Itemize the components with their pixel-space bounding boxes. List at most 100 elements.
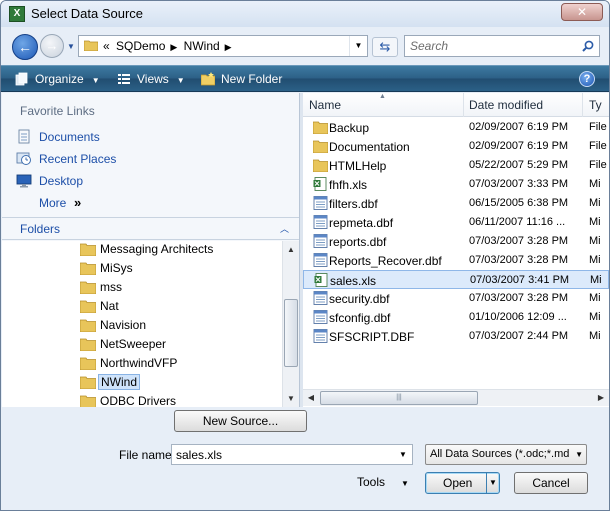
file-row[interactable]: SFSCRIPT.DBF 07/03/2007 2:44 PM Mi xyxy=(303,327,609,346)
open-options-dropdown-icon[interactable]: ▼ xyxy=(486,473,499,493)
tree-item-mss[interactable]: mss xyxy=(78,278,278,297)
address-row: ← → ▼ « SQDemo ▶ NWind ▶ ▼ ⇆ Search xyxy=(1,27,609,65)
file-row[interactable]: reports.dbf 07/03/2007 3:28 PM Mi xyxy=(303,232,609,251)
tree-item-northwindvfp[interactable]: NorthwindVFP xyxy=(78,354,278,373)
close-button[interactable]: ✕ xyxy=(561,3,603,21)
folder-icon xyxy=(80,357,96,370)
type-cell: File xyxy=(589,159,607,171)
file-row[interactable]: filters.dbf 06/15/2005 6:38 PM Mi xyxy=(303,194,609,213)
chevron-right-icon[interactable]: ▶ xyxy=(170,42,177,52)
favorite-link-recent-places[interactable]: Recent Places xyxy=(14,150,284,168)
file-name-cell: Backup xyxy=(329,121,370,135)
folder-tree-scrollbar[interactable]: ▲ ▼ xyxy=(282,241,299,407)
tree-item-label: Navision xyxy=(100,318,147,332)
tree-item-label: NWind xyxy=(98,374,141,390)
date-modified-cell: 07/03/2007 3:33 PM xyxy=(469,178,569,190)
excel-app-icon: X xyxy=(9,6,25,22)
breadcrumb-item-sqdemo[interactable]: SQDemo xyxy=(116,39,165,53)
favorite-link-more[interactable]: More » xyxy=(14,194,284,212)
file-row[interactable]: Reports_Recover.dbf 07/03/2007 3:28 PM Mi xyxy=(303,251,609,270)
help-button[interactable]: ? xyxy=(579,71,595,87)
file-name-cell: filters.dbf xyxy=(329,197,378,211)
tree-item-messaging-architects[interactable]: Messaging Architects xyxy=(78,241,278,259)
breadcrumb-overflow[interactable]: « xyxy=(103,39,110,53)
column-divider[interactable] xyxy=(582,93,583,117)
file-row[interactable]: HTMLHelp 05/22/2007 5:29 PM File xyxy=(303,156,609,175)
tree-item-label: MiSys xyxy=(100,261,133,275)
tree-item-navision[interactable]: Navision xyxy=(78,316,278,335)
forward-button[interactable]: → xyxy=(40,34,64,58)
file-name-cell: sfconfig.dbf xyxy=(329,311,391,325)
scrollbar-thumb[interactable]: ||| xyxy=(320,391,478,405)
folders-label: Folders xyxy=(20,222,61,236)
refresh-button[interactable]: ⇆ xyxy=(372,37,398,57)
search-input[interactable]: Search xyxy=(404,35,600,57)
views-label: Views xyxy=(137,72,169,86)
more-chevron-icon: » xyxy=(74,195,82,210)
file-name-cell: Reports_Recover.dbf xyxy=(329,254,442,268)
column-header-type[interactable]: Ty xyxy=(589,98,602,112)
file-row[interactable]: repmeta.dbf 06/11/2007 11:16 ... Mi xyxy=(303,213,609,232)
file-list-scrollbar[interactable]: ◀ ||| ▶ xyxy=(303,389,609,406)
file-row[interactable]: sales.xls 07/03/2007 3:41 PM Mi xyxy=(303,270,609,289)
file-row[interactable]: sfconfig.dbf 01/10/2006 12:09 ... Mi xyxy=(303,308,609,327)
scroll-down-icon[interactable]: ▼ xyxy=(283,390,299,407)
date-modified-cell: 07/03/2007 3:28 PM xyxy=(469,235,569,247)
type-cell: Mi xyxy=(589,311,601,323)
folder-icon xyxy=(80,281,96,294)
favorite-link-desktop[interactable]: Desktop xyxy=(14,172,284,190)
recent-pages-dropdown-icon[interactable]: ▼ xyxy=(67,42,75,51)
column-header-name[interactable]: Name xyxy=(309,98,341,112)
search-placeholder: Search xyxy=(410,39,449,53)
tree-item-nat[interactable]: Nat xyxy=(78,297,278,316)
column-header-row: ▲ Name Date modified Ty xyxy=(303,93,609,117)
new-folder-button[interactable]: New Folder xyxy=(201,71,282,87)
search-icon[interactable] xyxy=(582,40,594,52)
favorite-link-documents[interactable]: Documents xyxy=(14,128,284,146)
tree-item-odbc-drivers[interactable]: ODBC Drivers xyxy=(78,392,278,407)
folder-icon xyxy=(80,300,96,313)
folders-toggle[interactable]: Folders ︿ xyxy=(2,217,299,240)
chevron-right-icon[interactable]: ▶ xyxy=(225,42,232,52)
new-source-button[interactable]: New Source... xyxy=(174,410,307,432)
cancel-button[interactable]: Cancel xyxy=(514,472,588,494)
address-bar[interactable]: « SQDemo ▶ NWind ▶ ▼ xyxy=(78,35,368,57)
tree-item-nwind[interactable]: NWind xyxy=(78,373,278,392)
organize-menu[interactable]: Organize ▼ xyxy=(15,71,100,87)
file-type-value: All Data Sources (*.odc;*.mdb xyxy=(430,448,570,460)
folder-icon xyxy=(80,243,96,256)
breadcrumb-item-nwind[interactable]: NWind xyxy=(184,39,220,53)
chevron-down-icon[interactable]: ▼ xyxy=(396,445,410,464)
desktop-icon xyxy=(16,174,32,188)
type-cell: File xyxy=(589,140,607,152)
folder-icon xyxy=(80,395,96,407)
file-type-select[interactable]: All Data Sources (*.odc;*.mdb ▼ xyxy=(425,444,587,465)
file-row[interactable]: fhfh.xls 07/03/2007 3:33 PM Mi xyxy=(303,175,609,194)
scrollbar-thumb[interactable] xyxy=(284,299,298,367)
file-name-cell: HTMLHelp xyxy=(329,159,387,173)
new-folder-icon xyxy=(201,72,215,86)
file-name-field[interactable]: sales.xls ▼ xyxy=(171,444,413,465)
open-label: Open xyxy=(443,476,473,490)
column-divider[interactable] xyxy=(463,93,464,117)
scroll-left-icon[interactable]: ◀ xyxy=(303,390,319,406)
address-dropdown-icon[interactable]: ▼ xyxy=(349,36,367,56)
file-name-cell: security.dbf xyxy=(329,292,390,306)
column-header-date[interactable]: Date modified xyxy=(469,98,543,112)
back-button[interactable]: ← xyxy=(12,34,38,60)
tree-item-misys[interactable]: MiSys xyxy=(78,259,278,278)
dbf-file-icon xyxy=(313,329,328,343)
excel-file-icon xyxy=(313,177,328,191)
file-row[interactable]: security.dbf 07/03/2007 3:28 PM Mi xyxy=(303,289,609,308)
file-row[interactable]: Documentation 02/09/2007 6:19 PM File xyxy=(303,137,609,156)
scroll-right-icon[interactable]: ▶ xyxy=(593,390,609,406)
tree-item-netsweeper[interactable]: NetSweeper xyxy=(78,335,278,354)
type-cell: Mi xyxy=(589,178,601,190)
tools-menu[interactable]: Tools ▼ xyxy=(357,475,409,489)
file-row[interactable]: Backup 02/09/2007 6:19 PM File xyxy=(303,118,609,137)
scroll-up-icon[interactable]: ▲ xyxy=(283,241,299,258)
type-cell: Mi xyxy=(589,197,601,209)
tree-item-label: NetSweeper xyxy=(100,337,167,351)
views-menu[interactable]: Views ▼ xyxy=(117,71,185,87)
favorite-link-label: Documents xyxy=(39,130,100,144)
